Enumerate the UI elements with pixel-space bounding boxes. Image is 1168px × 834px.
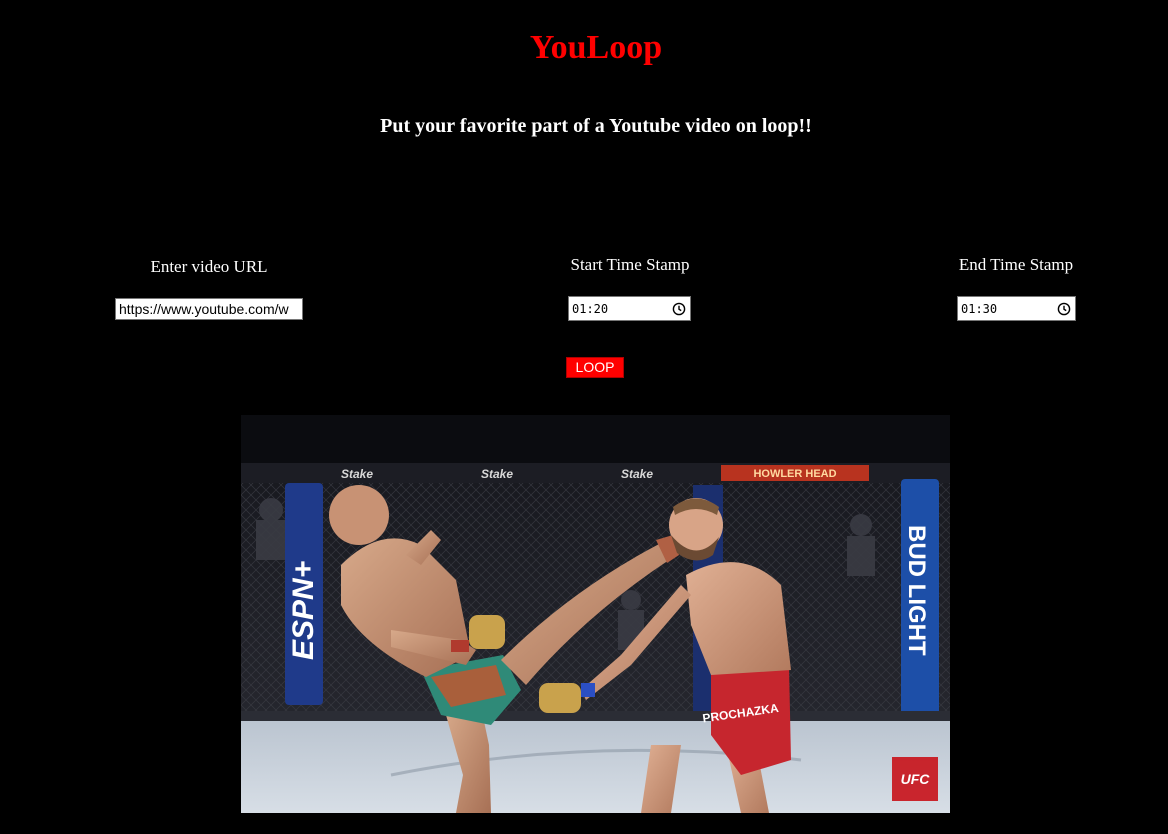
video-frame: Stake Stake Stake HOWLER HEAD ESPN+ BUD … — [241, 415, 950, 813]
app-title: YouLoop — [529, 29, 663, 66]
clock-icon[interactable] — [1057, 302, 1071, 316]
app-subtitle: Put your favorite part of a Youtube vide… — [380, 115, 812, 137]
stake-banner: Stake — [481, 467, 513, 481]
start-time-label: Start Time Stamp — [570, 255, 690, 274]
url-label: Enter video URL — [150, 257, 268, 276]
end-time-label: End Time Stamp — [958, 255, 1074, 274]
ufc-logo: UFC — [901, 771, 931, 787]
end-time-value: 01:30 — [961, 301, 998, 316]
loop-button[interactable]: LOOP — [566, 357, 624, 378]
clock-icon[interactable] — [672, 302, 686, 316]
howler-head-banner: HOWLER HEAD — [753, 468, 836, 480]
stake-banner: Stake — [341, 467, 373, 481]
espn-pad: ESPN+ — [287, 561, 320, 660]
start-time-value: 01:20 — [572, 301, 609, 316]
bud-light-pad: BUD LIGHT — [903, 525, 930, 656]
page: YouLoop Put your favorite part of a Yout… — [0, 0, 1168, 834]
url-input[interactable] — [115, 298, 303, 320]
end-time-input[interactable]: 01:30 — [957, 296, 1076, 321]
start-time-input[interactable]: 01:20 — [568, 296, 691, 321]
video-player[interactable]: Stake Stake Stake HOWLER HEAD ESPN+ BUD … — [241, 415, 950, 813]
stake-banner: Stake — [621, 467, 653, 481]
